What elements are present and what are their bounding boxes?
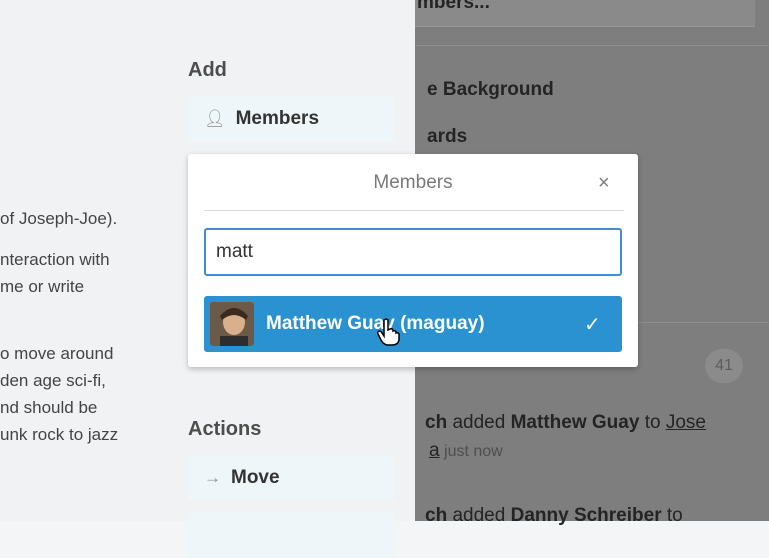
check-icon: ✓: [584, 314, 601, 336]
person-icon: 👤︎: [204, 109, 226, 128]
members-popover: Members × Matthew Guay (maguay) ✓: [188, 154, 638, 367]
description-line: nd should be: [0, 398, 98, 417]
hand-cursor-icon: [376, 318, 400, 353]
cards-label: ards: [427, 126, 468, 147]
description-line: den age sci-fi,: [0, 371, 106, 390]
activity-item-line2: a just now: [429, 440, 503, 461]
action-button[interactable]: [188, 512, 395, 558]
members-button-label: Members: [235, 108, 320, 129]
move-button[interactable]: → Move: [188, 455, 395, 501]
members-field-label: mbers...: [417, 0, 490, 13]
description-line: o move around: [0, 344, 114, 363]
avatar: [210, 302, 254, 346]
description-line: me or write: [0, 277, 85, 296]
change-background-label: e Background: [427, 79, 554, 100]
popover-title: Members: [373, 172, 453, 193]
divider: [204, 210, 624, 211]
arrow-right-icon: →: [204, 468, 221, 487]
member-search-input[interactable]: [204, 228, 622, 276]
activity-item: ch added Danny Schreiber to: [425, 505, 683, 526]
move-button-label: Move: [231, 467, 280, 488]
description-line: of Joseph-Joe).: [0, 209, 118, 228]
activity-count-badge: 41: [705, 349, 743, 383]
members-button[interactable]: 👤︎ Members: [188, 96, 395, 142]
actions-heading: Actions: [188, 418, 262, 440]
member-result-item[interactable]: Matthew Guay (maguay) ✓: [204, 296, 622, 352]
add-heading: Add: [188, 59, 227, 81]
description-line: unk rock to jazz: [0, 425, 119, 444]
close-icon[interactable]: ×: [598, 172, 610, 195]
description-line: nteraction with: [0, 250, 110, 269]
activity-item: ch added Matthew Guay to Jose: [425, 412, 706, 433]
